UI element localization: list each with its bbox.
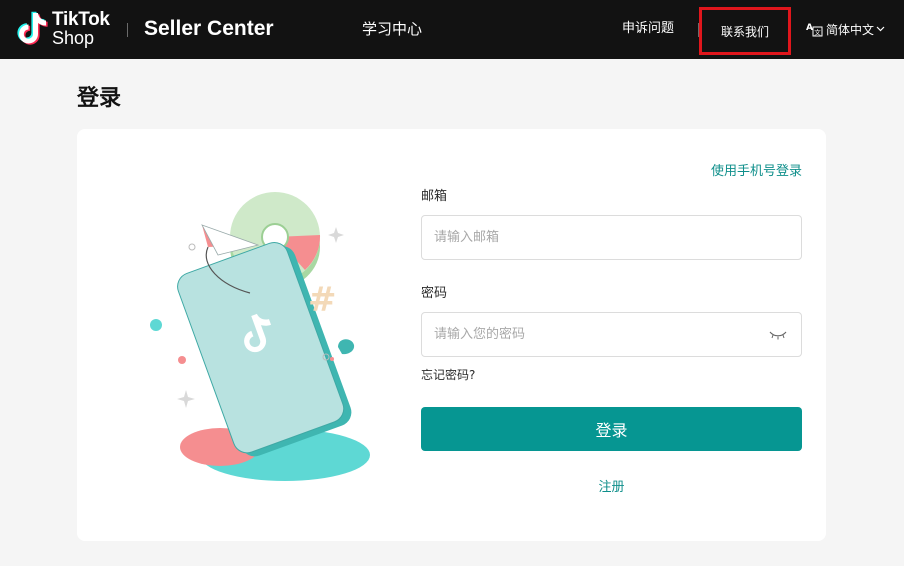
password-field-wrapper xyxy=(421,312,802,357)
nav-appeal[interactable]: 申诉问题 xyxy=(622,21,674,37)
svg-text:文: 文 xyxy=(814,28,821,37)
header-divider xyxy=(127,23,128,37)
nav-contact-us[interactable]: 联系我们 xyxy=(699,7,791,55)
login-button[interactable]: 登录 xyxy=(421,407,802,451)
nav-learning-center[interactable]: 学习中心 xyxy=(362,19,422,39)
nav-contact-label: 联系我们 xyxy=(720,24,769,39)
forgot-password-link[interactable]: 忘记密码? xyxy=(421,366,475,383)
page-title: 登录 xyxy=(77,86,122,111)
login-illustration: # xyxy=(150,192,370,481)
svg-text:A: A xyxy=(806,23,813,33)
language-label: 简体中文 xyxy=(826,22,875,37)
register-link-label[interactable]: 注册 xyxy=(598,480,624,495)
email-input[interactable] xyxy=(422,216,801,259)
language-selector[interactable]: A 文 简体中文 xyxy=(806,20,885,38)
product-name: Seller Center xyxy=(144,17,274,40)
brand-subname: Shop xyxy=(52,28,95,48)
translate-icon: A 文 xyxy=(806,23,823,37)
chevron-down-icon xyxy=(876,26,885,32)
password-input[interactable] xyxy=(422,313,801,356)
top-nav-bar: TikTok Shop Seller Center 学习中心 申诉问题 联系我们… xyxy=(0,0,904,59)
tiktok-logo-icon[interactable] xyxy=(14,10,50,48)
brand-name: TikTok xyxy=(52,9,110,30)
eye-closed-icon[interactable] xyxy=(769,330,787,340)
password-label: 密码 xyxy=(421,286,448,301)
email-label: 邮箱 xyxy=(421,189,448,204)
phone-login-link[interactable]: 使用手机号登录 xyxy=(711,160,802,179)
svg-text:#: # xyxy=(308,280,337,320)
register-link: 注册 xyxy=(421,476,802,495)
email-field-wrapper xyxy=(421,215,802,260)
